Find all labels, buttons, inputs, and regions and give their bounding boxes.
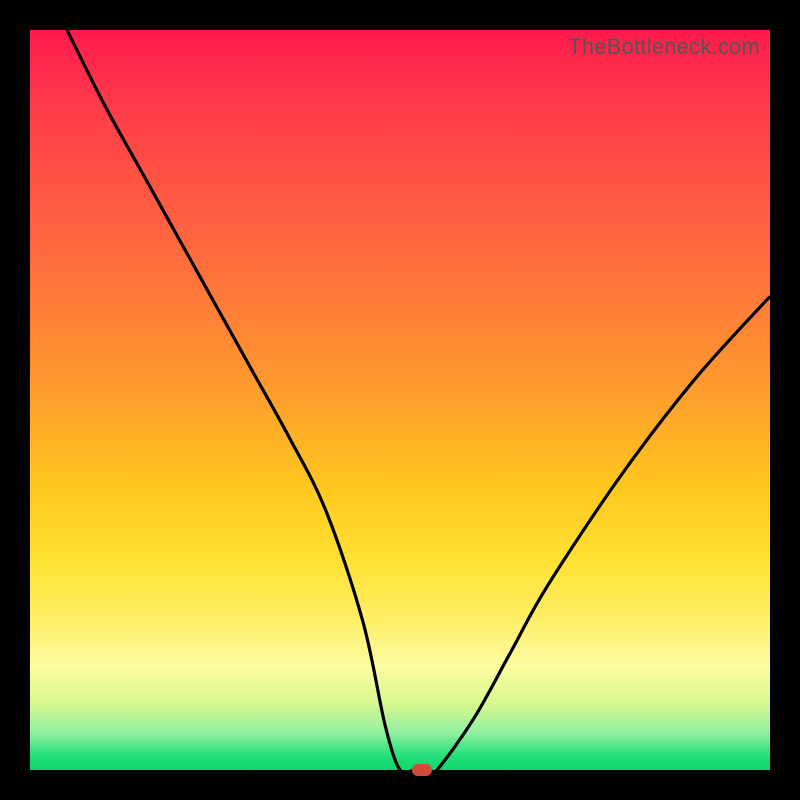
chart-frame: TheBottleneck.com — [0, 0, 800, 800]
bottleneck-curve — [30, 30, 770, 770]
curve-path — [67, 30, 770, 770]
optimum-marker — [412, 764, 432, 776]
plot-area: TheBottleneck.com — [30, 30, 770, 770]
